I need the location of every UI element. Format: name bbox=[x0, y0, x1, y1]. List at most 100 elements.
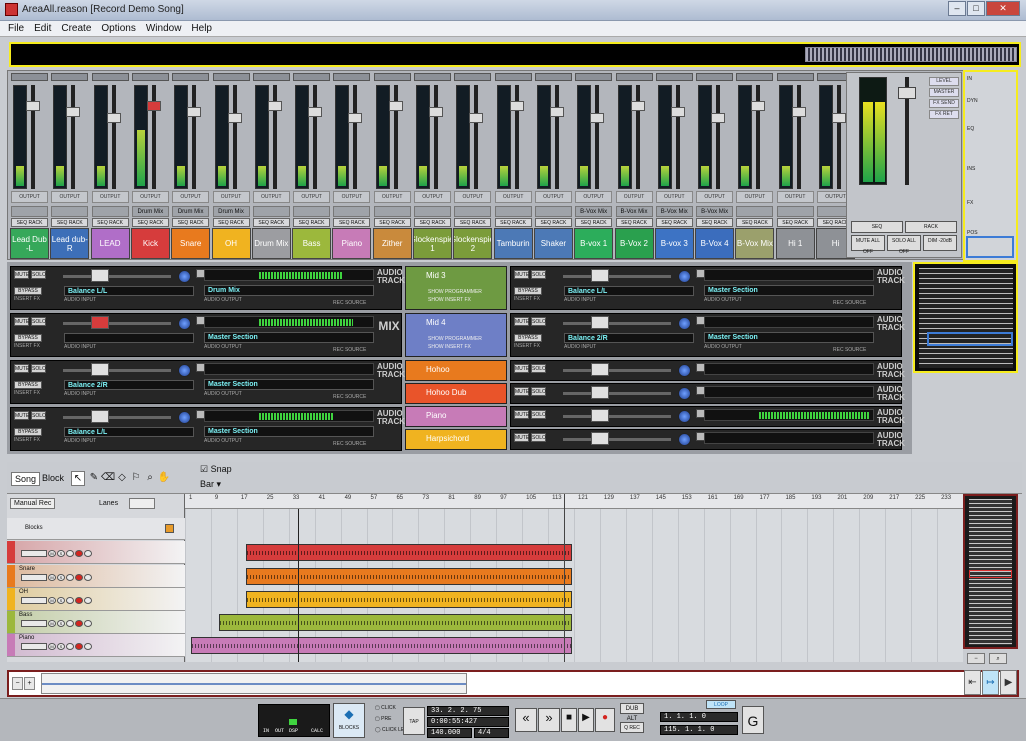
track-volume-slider[interactable] bbox=[21, 620, 47, 627]
rack-fader-track[interactable] bbox=[563, 322, 671, 325]
channel-name[interactable]: Zither bbox=[372, 228, 412, 259]
fx-ret-label[interactable]: FX RET bbox=[929, 110, 959, 119]
magnify-tool-icon[interactable]: ⌕ bbox=[143, 471, 157, 486]
channel-header[interactable] bbox=[736, 73, 774, 81]
mixer-overview-map[interactable] bbox=[805, 47, 1017, 62]
song-position-marker[interactable] bbox=[298, 509, 299, 662]
rack-fader-knob[interactable] bbox=[591, 432, 609, 445]
menu-create[interactable]: Create bbox=[61, 21, 91, 36]
show-insert-fx-label[interactable]: SHOW INSERT FX bbox=[428, 297, 471, 303]
channel-output-bus[interactable] bbox=[252, 206, 290, 217]
channel-header[interactable] bbox=[51, 73, 89, 81]
channel-name[interactable]: Lead dub-R bbox=[50, 228, 90, 259]
channel-output-bus[interactable]: B-Vox Mix bbox=[655, 206, 693, 217]
audio-input-select[interactable]: Balance 2/R bbox=[564, 333, 694, 343]
rack-solo-button[interactable]: SOLO bbox=[31, 411, 46, 420]
track-record-button[interactable] bbox=[75, 643, 83, 650]
song-navigator-view[interactable] bbox=[41, 673, 467, 694]
tab-song[interactable]: Song bbox=[11, 472, 41, 486]
channel-fader-knob[interactable] bbox=[267, 101, 282, 111]
rack-mute-button[interactable]: MUTE bbox=[514, 364, 529, 373]
master-seq-button[interactable]: SEQ bbox=[851, 221, 903, 233]
audio-input-select[interactable]: Balance L/L bbox=[64, 286, 194, 296]
channel-fader-knob[interactable] bbox=[66, 107, 81, 117]
channel-seq-rack-buttons[interactable]: SEQ RACK bbox=[494, 218, 532, 227]
pre-checkbox[interactable]: ▢ PRE bbox=[375, 716, 391, 722]
track-device-header[interactable]: Hohoo Dub bbox=[405, 383, 507, 404]
channel-fader-knob[interactable] bbox=[509, 101, 524, 111]
rack-fader-knob[interactable] bbox=[91, 410, 109, 423]
channel-fader-track[interactable] bbox=[192, 85, 197, 189]
channel-seq-rack-buttons[interactable]: SEQ RACK bbox=[615, 218, 653, 227]
channel-name[interactable]: Lead Dub -L bbox=[10, 228, 49, 259]
rack-pan-knob[interactable] bbox=[178, 364, 191, 377]
audio-output-select[interactable]: Master Section bbox=[704, 285, 874, 296]
channel-seq-rack-buttons[interactable]: SEQ RACK bbox=[131, 218, 169, 227]
rack-mute-button[interactable]: MUTE bbox=[14, 317, 29, 326]
fast-forward-button[interactable]: » bbox=[538, 708, 560, 732]
channel-header[interactable] bbox=[11, 73, 48, 81]
select-tool-icon[interactable]: ↖ bbox=[71, 471, 85, 486]
rack-bypass-button[interactable]: BYPASS bbox=[14, 334, 42, 342]
track-mute-button[interactable]: M bbox=[48, 574, 56, 581]
track-device-header[interactable]: Piano bbox=[405, 406, 507, 427]
channel-fader-track[interactable] bbox=[313, 85, 318, 189]
rack-mute-button[interactable]: MUTE bbox=[14, 411, 29, 420]
channel-name[interactable]: B-Vox 2 bbox=[614, 228, 654, 259]
channel-fader-track[interactable] bbox=[796, 85, 801, 189]
track-lane-button[interactable] bbox=[84, 597, 92, 604]
dub-alt-button[interactable]: DUB ALT bbox=[620, 703, 644, 722]
audio-input-select[interactable]: Balance 2/R bbox=[64, 380, 194, 390]
audio-input-select[interactable] bbox=[64, 333, 194, 343]
blocks-track[interactable]: Blocks bbox=[7, 518, 185, 540]
rack-solo-button[interactable]: SOLO bbox=[531, 317, 546, 326]
nav-dyn[interactable]: DYN bbox=[967, 98, 1015, 104]
rack-fader-track[interactable] bbox=[63, 322, 171, 325]
rack-fader-track[interactable] bbox=[563, 438, 671, 441]
rack-mute-button[interactable]: MUTE bbox=[14, 270, 29, 279]
channel-seq-rack-buttons[interactable]: SEQ RACK bbox=[212, 218, 250, 227]
channel-name[interactable]: Glockenspiel 2 bbox=[453, 228, 493, 259]
channel-output-bus[interactable]: Drum Mix bbox=[212, 206, 250, 217]
blocks-toggle-button[interactable]: ◆ BLOCKS bbox=[333, 703, 365, 738]
channel-header[interactable] bbox=[212, 73, 250, 81]
track-name[interactable]: Bass bbox=[19, 612, 32, 618]
tap-button[interactable]: TAP bbox=[403, 707, 425, 735]
rack-solo-button[interactable]: SOLO bbox=[531, 410, 546, 419]
show-programmer-label[interactable]: SHOW PROGRAMMER bbox=[428, 336, 482, 342]
sequencer-navigator[interactable] bbox=[963, 494, 1018, 649]
channel-fader-track[interactable] bbox=[675, 85, 680, 189]
sequencer-track[interactable]: Bass M S bbox=[7, 611, 185, 634]
channel-output-bus[interactable] bbox=[494, 206, 532, 217]
track-mute-button[interactable]: M bbox=[48, 550, 56, 557]
channel-fader-track[interactable] bbox=[232, 85, 237, 189]
rack-bypass-button[interactable]: BYPASS bbox=[14, 428, 42, 436]
channel-name[interactable]: Tamburin bbox=[493, 228, 533, 259]
zoom-out-icon[interactable]: − bbox=[967, 653, 985, 664]
audio-output-select[interactable]: Master Section bbox=[204, 332, 374, 343]
channel-name[interactable]: Shaker bbox=[533, 228, 573, 259]
rack-fader-track[interactable] bbox=[563, 415, 671, 418]
nav-in[interactable]: IN bbox=[967, 76, 1015, 82]
channel-seq-rack-buttons[interactable]: SEQ RACK bbox=[172, 218, 210, 227]
sequencer-track[interactable]: MS bbox=[7, 541, 185, 564]
rack-mute-button[interactable]: MUTE bbox=[14, 364, 29, 373]
channel-fader-track[interactable] bbox=[111, 85, 116, 189]
channel-header[interactable] bbox=[293, 73, 331, 81]
follow-left-icon[interactable]: ⇤ bbox=[964, 670, 981, 695]
channel-seq-rack-buttons[interactable]: SEQ RACK bbox=[91, 218, 129, 227]
show-insert-fx-label[interactable]: SHOW INSERT FX bbox=[428, 344, 471, 350]
tempo-display[interactable]: 140.000 bbox=[427, 728, 472, 738]
rack-fader-knob[interactable] bbox=[591, 269, 609, 282]
show-programmer-label[interactable]: SHOW PROGRAMMER bbox=[428, 289, 482, 295]
channel-section-navigator[interactable]: IN DYN EQ INS FX POS bbox=[963, 70, 1018, 262]
track-monitor-button[interactable] bbox=[66, 550, 74, 557]
channel-output-bus[interactable]: B-Vox Mix bbox=[575, 206, 613, 217]
menu-options[interactable]: Options bbox=[101, 21, 135, 36]
channel-output-bus[interactable] bbox=[534, 206, 572, 217]
channel-fader-track[interactable] bbox=[353, 85, 358, 189]
channel-seq-rack-buttons[interactable]: SEQ RACK bbox=[575, 218, 613, 227]
master-label[interactable]: MASTER bbox=[929, 88, 959, 97]
channel-seq-rack-buttons[interactable]: SEQ RACK bbox=[655, 218, 693, 227]
rack-solo-button[interactable]: SOLO bbox=[531, 387, 546, 396]
